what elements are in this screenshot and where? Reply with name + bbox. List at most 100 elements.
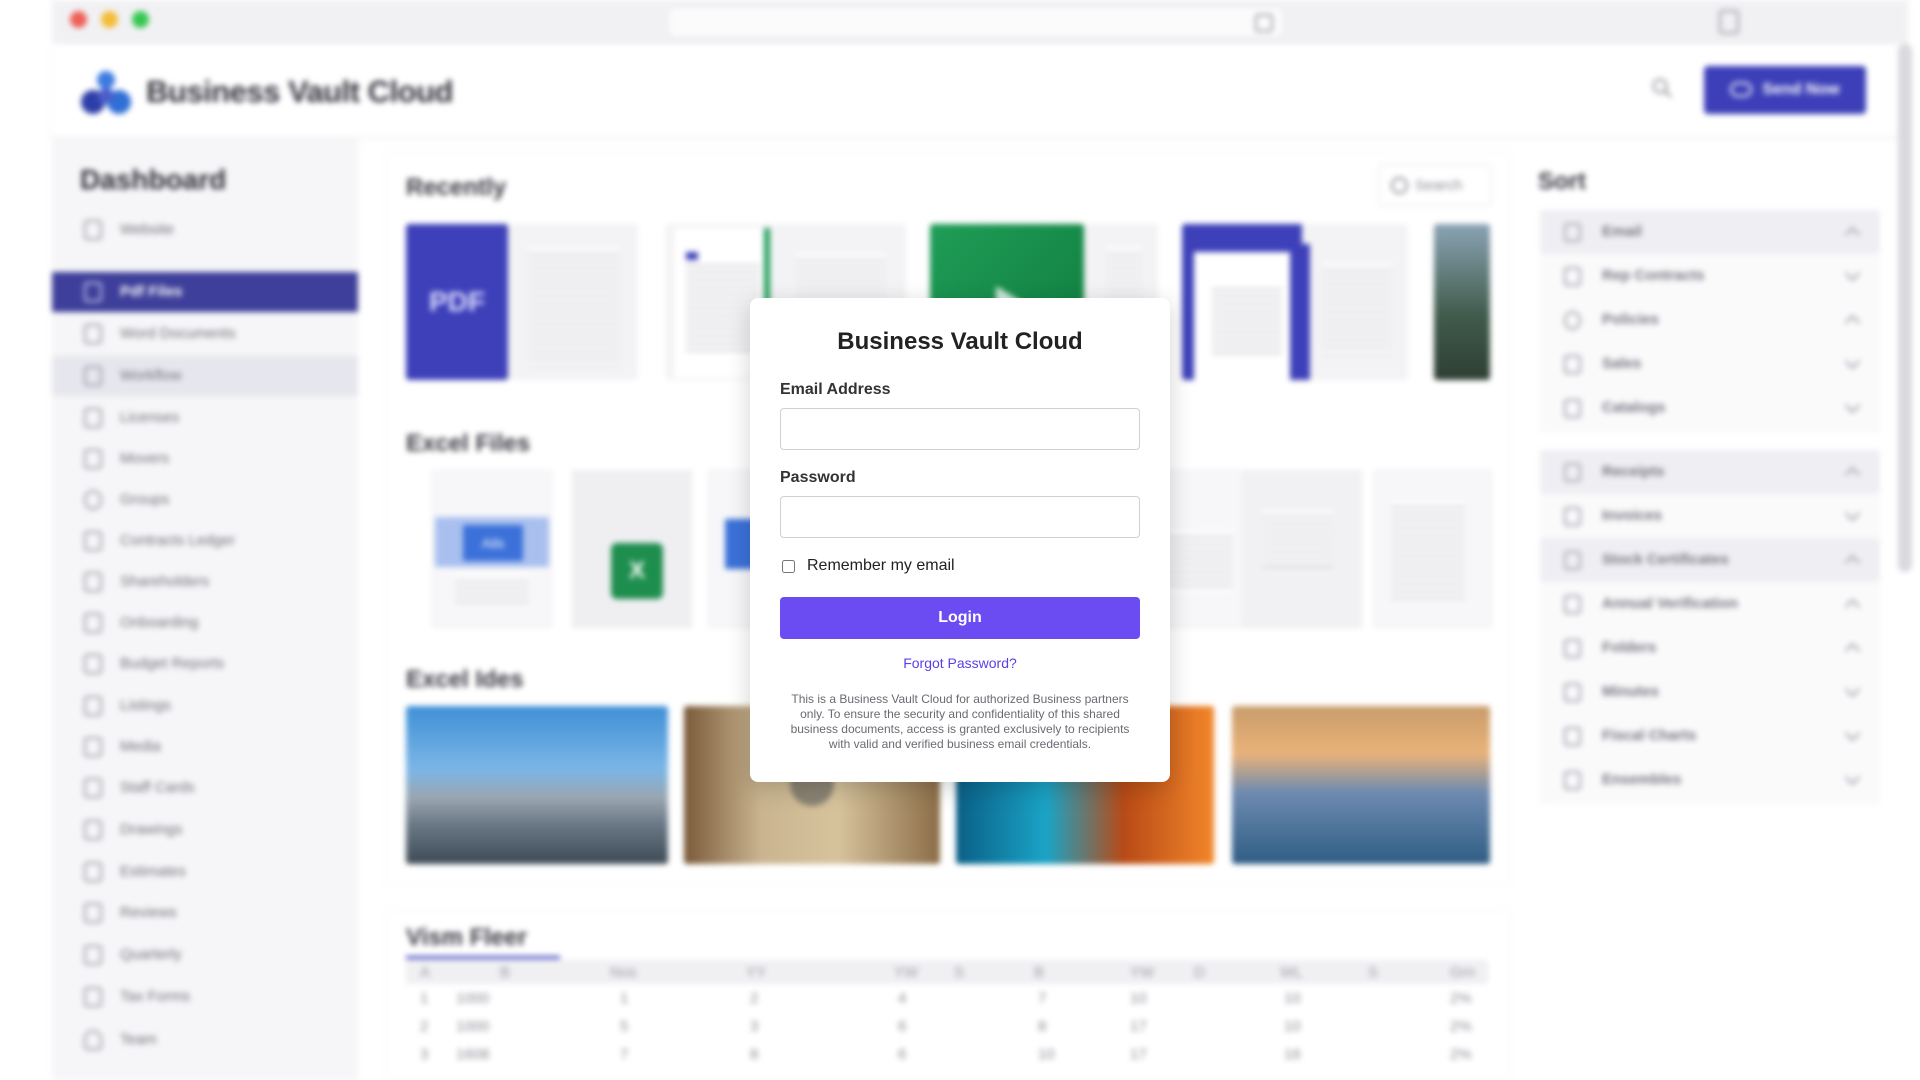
header-action-label: Send Now	[1762, 81, 1840, 98]
table-cell: 3	[420, 1046, 429, 1063]
chevron-down-icon[interactable]	[1844, 681, 1861, 698]
city-photo-thumbnail[interactable]	[406, 706, 668, 864]
table-cell: 1608	[456, 1046, 490, 1063]
sidebar-item-pdf-files[interactable]: Pdf Files	[52, 272, 358, 312]
chevron-down-icon[interactable]	[1844, 725, 1861, 742]
sort-item-folders[interactable]: Folders	[1540, 626, 1880, 671]
grid-icon	[84, 778, 102, 798]
info-icon	[1564, 311, 1581, 330]
sidebar-item-team[interactable]: Team	[52, 1020, 358, 1060]
chevron-up-icon[interactable]	[1844, 554, 1861, 571]
sort-item-policies[interactable]: Policies	[1540, 298, 1880, 343]
sort-item-minutes[interactable]: Minutes	[1540, 670, 1880, 715]
sort-item-sales[interactable]: Sales	[1540, 342, 1880, 387]
sort-item-stock-certificates[interactable]: Stock Certificates	[1540, 538, 1880, 583]
remember-email-label[interactable]: Remember my email	[807, 557, 955, 575]
chevron-up-icon[interactable]	[1844, 226, 1861, 243]
chevron-up-icon[interactable]	[1844, 466, 1861, 483]
search-icon	[1391, 177, 1408, 194]
sidebar-item-label: Listings	[120, 697, 171, 714]
table-cell: 6	[898, 1018, 907, 1035]
address-bar[interactable]	[667, 6, 1284, 38]
search-icon[interactable]	[1652, 78, 1672, 98]
word-file-card[interactable]: Ails	[432, 470, 552, 628]
chevron-down-icon[interactable]	[1844, 769, 1861, 786]
table-header-cell: B	[1034, 964, 1045, 981]
table-header-cell: YW	[1130, 964, 1155, 981]
sidebar-item-listings[interactable]: Listings	[52, 686, 358, 726]
files-search-input[interactable]: Search	[1378, 164, 1492, 206]
sidebar-item-website[interactable]: Website	[52, 210, 358, 250]
sidebar-item-budget-reports[interactable]: Budget Reports	[52, 644, 358, 684]
sidebar-item-media[interactable]: Media	[52, 727, 358, 767]
forgot-password-link[interactable]: Forgot Password?	[750, 655, 1170, 671]
sort-item-label: Annual Verification	[1602, 595, 1738, 612]
section-title-excel-files: Excel Files	[406, 430, 531, 457]
document-file-card[interactable]	[1242, 470, 1362, 628]
table-cell: 5	[620, 1018, 629, 1035]
sidebar-item-workflow[interactable]: Workflow	[52, 356, 358, 396]
email-field[interactable]	[780, 408, 1140, 450]
document-preview-card[interactable]	[508, 224, 638, 380]
table-header-cell: YY	[746, 964, 767, 981]
chevron-up-icon[interactable]	[1844, 598, 1861, 615]
sort-item-email[interactable]: Email	[1540, 210, 1880, 255]
file-icon	[84, 366, 102, 386]
table-cell: 2%	[1450, 1018, 1472, 1035]
sidebar-item-label: Tax Forms	[120, 988, 191, 1005]
remember-email-checkbox[interactable]	[782, 560, 795, 573]
sort-item-rep-contracts[interactable]: Rep Contracts	[1540, 254, 1880, 299]
sidebar-item-staff-cards[interactable]: Staff Cards	[52, 768, 358, 808]
sort-item-ensembles[interactable]: Ensembles	[1540, 758, 1880, 803]
login-button[interactable]: Login	[780, 597, 1140, 639]
document-file-card[interactable]	[1374, 470, 1492, 628]
table-row[interactable]: 2 1000 5 3 6 8 17 10 2%	[406, 1014, 1488, 1038]
chevron-down-icon[interactable]	[1844, 265, 1861, 282]
chevron-down-icon[interactable]	[1844, 353, 1861, 370]
sort-item-receipts[interactable]: Receipts	[1540, 450, 1880, 495]
table-title-underline	[406, 956, 560, 959]
page-scrollbar[interactable]	[1898, 44, 1912, 572]
screen: Business Vault Cloud Send Now Dashboard …	[0, 0, 1920, 1080]
sidebar-item-movers[interactable]: Movers	[52, 439, 358, 479]
chevron-down-icon[interactable]	[1844, 397, 1861, 414]
sidebar-item-drawings[interactable]: Drawings	[52, 810, 358, 850]
sort-item-fiscal-charts[interactable]: Fiscal Charts	[1540, 714, 1880, 759]
sidebar-item-quarterly[interactable]: Quarterly	[52, 935, 358, 975]
sidebar-item-label: Pdf Files	[120, 283, 183, 300]
grid-icon	[84, 531, 102, 551]
sidebar-item-contracts-ledger[interactable]: Contracts Ledger	[52, 521, 358, 561]
sort-item-catalogs[interactable]: Catalogs	[1540, 386, 1880, 431]
sidebar-item-onboarding[interactable]: Onboarding	[52, 603, 358, 643]
chevron-down-icon[interactable]	[1844, 505, 1861, 522]
minimize-window-icon[interactable]	[101, 11, 118, 28]
table-cell: 8	[1038, 1018, 1047, 1035]
table-row[interactable]: 3 1608 7 8 6 10 17 16 2%	[406, 1042, 1488, 1066]
chevron-up-icon[interactable]	[1844, 314, 1861, 331]
table-header-cell: Grn	[1450, 964, 1476, 981]
table-row[interactable]: 1 1000 1 2 4 7 10 10 2%	[406, 986, 1488, 1010]
sidebar-item-shareholders[interactable]: Shareholders	[52, 562, 358, 602]
sidebar-item-tax-forms[interactable]: Tax Forms	[52, 977, 358, 1017]
sort-item-invoices[interactable]: Invoices	[1540, 494, 1880, 539]
word-document-card[interactable]	[1182, 224, 1408, 380]
header-action-button[interactable]: Send Now	[1704, 66, 1866, 114]
close-window-icon[interactable]	[70, 11, 87, 28]
sidebar-item-reviews[interactable]: Reviews	[52, 893, 358, 933]
password-field[interactable]	[780, 496, 1140, 538]
table-header-cell: WL	[1280, 964, 1303, 981]
table-header-cell: YW	[894, 964, 919, 981]
sidebar-item-groups[interactable]: Groups	[52, 480, 358, 520]
sunset-photo-thumbnail[interactable]	[1232, 706, 1490, 864]
maximize-window-icon[interactable]	[132, 11, 149, 28]
pdf-file-card[interactable]: PDF	[406, 224, 508, 380]
excel-file-card[interactable]: X	[572, 470, 692, 628]
photo-thumbnail[interactable]	[1434, 224, 1490, 380]
sidebar-item-label: Staff Cards	[120, 779, 195, 796]
sidebar-item-estimates[interactable]: Estimates	[52, 852, 358, 892]
sidebar-item-word-documents[interactable]: Word Documents	[52, 314, 358, 354]
sort-item-annual-verification[interactable]: Annual Verification	[1540, 582, 1880, 627]
copy-icon[interactable]	[1719, 10, 1739, 34]
chevron-up-icon[interactable]	[1844, 642, 1861, 659]
sidebar-item-licenses[interactable]: Licenses	[52, 398, 358, 438]
